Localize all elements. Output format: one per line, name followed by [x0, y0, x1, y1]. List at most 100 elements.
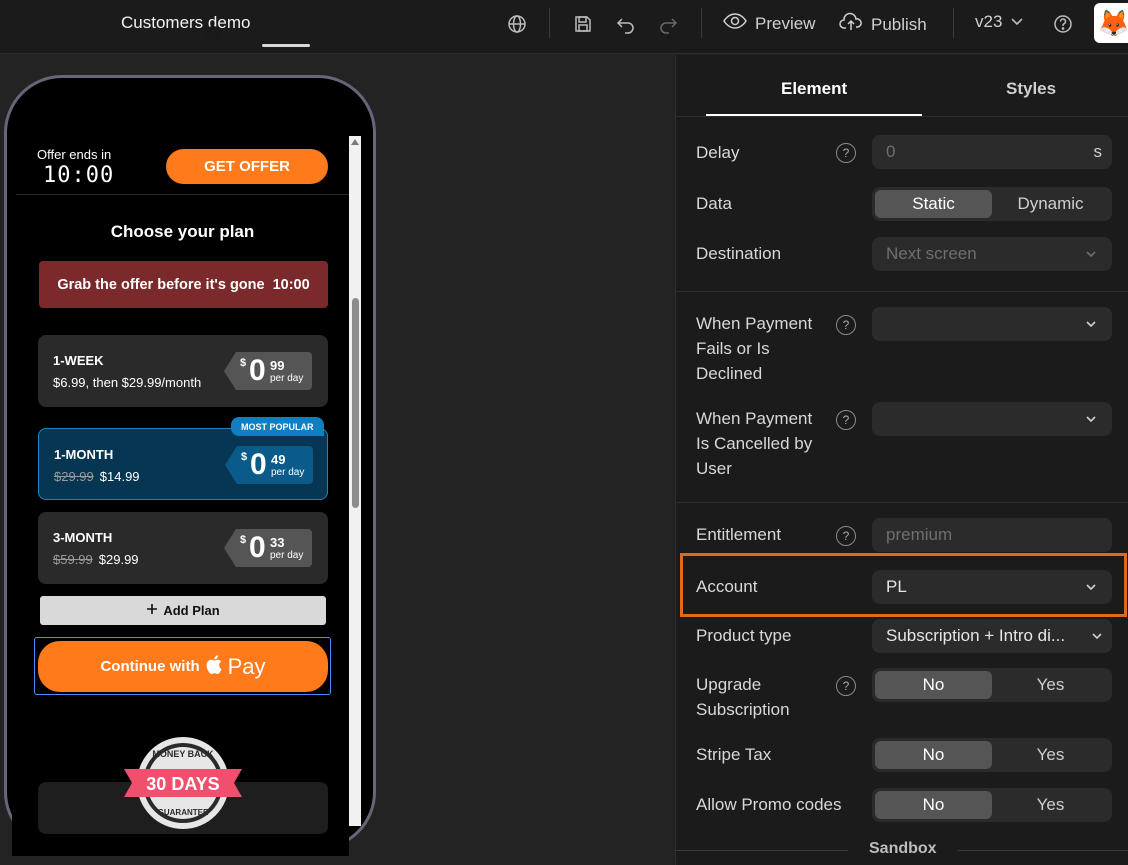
product-type-select[interactable]: Subscription + Intro di... — [872, 619, 1112, 653]
plan-card-1-week[interactable]: 1-WEEK $6.99, then $29.99/month $ 0 99 p… — [38, 335, 328, 407]
preview-label: Preview — [755, 13, 816, 33]
plan-subtitle: $29.99 $14.99 — [54, 469, 140, 484]
data-option-static[interactable]: Static — [875, 190, 992, 218]
help-icon[interactable] — [1052, 13, 1074, 35]
product-type-label: Product type — [696, 626, 792, 645]
publish-label: Publish — [871, 14, 927, 34]
price-tag: $ 0 49 per day — [225, 446, 313, 484]
entitlement-input[interactable]: premium — [872, 518, 1112, 552]
price-currency: $ — [240, 534, 247, 546]
label-line: When Payment — [696, 314, 813, 333]
price-cents: 49 — [271, 452, 286, 467]
plan-card-1-month[interactable]: MOST POPULAR 1-MONTH $29.99 $14.99 $ 0 49… — [38, 417, 328, 500]
delay-label: Delay — [696, 143, 740, 162]
upgrade-option-yes[interactable]: Yes — [992, 671, 1109, 699]
redo-icon[interactable] — [657, 13, 679, 35]
chevron-down-icon — [1084, 316, 1098, 336]
sandbox-divider-right — [958, 850, 1128, 851]
plan-name: 1-WEEK — [53, 353, 104, 368]
pay-word: Pay — [227, 653, 266, 679]
upgrade-toggle[interactable]: No Yes — [872, 668, 1112, 702]
seal-days-text: 30 DAYS — [146, 774, 219, 794]
payment-fails-help-icon[interactable]: ? — [836, 315, 856, 335]
cloud-upload-icon — [839, 12, 863, 37]
price-integer: 0 — [249, 354, 266, 387]
destination-label: Destination — [696, 244, 782, 263]
entitlement-placeholder: premium — [886, 525, 953, 544]
data-toggle[interactable]: Static Dynamic — [872, 187, 1112, 221]
delay-placeholder: 0 — [886, 142, 896, 161]
toolbar-divider — [549, 8, 550, 38]
payment-fails-select[interactable] — [872, 307, 1112, 341]
label-line: Fails or Is — [696, 339, 770, 358]
version-dropdown[interactable]: v23 — [975, 12, 1024, 32]
publish-button[interactable]: Publish — [839, 12, 927, 37]
data-label: Data — [696, 194, 732, 213]
stripe-tax-toggle[interactable]: No Yes — [872, 738, 1112, 772]
globe-icon[interactable] — [506, 13, 528, 35]
tab-element[interactable]: Element — [781, 79, 847, 99]
destination-select[interactable]: Next screen — [872, 237, 1112, 271]
scroll-up-arrow-icon[interactable] — [351, 139, 359, 145]
stripe-tax-option-no[interactable]: No — [875, 741, 992, 769]
label-line: Upgrade — [696, 675, 762, 694]
promo-toggle[interactable]: No Yes — [872, 788, 1112, 822]
properties-panel: Element Styles Delay ? 0 s Data Static D… — [675, 55, 1128, 865]
label-line: Is Cancelled by — [696, 434, 813, 453]
preview-button[interactable]: Preview — [723, 12, 815, 35]
entitlement-help-icon[interactable]: ? — [836, 526, 856, 546]
label-line: Declined — [696, 364, 763, 383]
price-currency: $ — [241, 451, 248, 463]
top-bar: Customers demo Preview Publish v23 🦊 — [0, 0, 1128, 54]
section-divider — [676, 502, 1128, 503]
delay-help-icon[interactable]: ? — [836, 143, 856, 163]
add-plan-button[interactable]: Add Plan — [40, 596, 326, 625]
get-offer-button[interactable]: GET OFFER — [166, 149, 328, 184]
plan-title: Choose your plan — [110, 222, 255, 241]
upgrade-label: Upgrade Subscription — [696, 672, 790, 722]
undo-icon[interactable] — [615, 13, 637, 35]
account-value: PL — [886, 577, 907, 596]
new-price: $14.99 — [99, 469, 140, 484]
price-currency: $ — [240, 357, 247, 369]
apple-icon — [206, 655, 222, 678]
save-icon[interactable] — [572, 13, 594, 35]
stripe-tax-option-yes[interactable]: Yes — [992, 741, 1109, 769]
entitlement-label: Entitlement — [696, 525, 782, 544]
price-cents: 33 — [270, 535, 285, 550]
upgrade-option-no[interactable]: No — [875, 671, 992, 699]
seal-top-text: MONEY BACK — [152, 749, 214, 759]
pay-label: Continue with — [100, 658, 200, 675]
urgency-banner[interactable]: Grab the offer before it's gone 10:00 — [39, 261, 328, 308]
price-tag: $ 0 33 per day — [224, 529, 312, 567]
apple-pay-button[interactable]: Continue with Pay — [38, 641, 328, 692]
old-price: $59.99 — [53, 552, 93, 567]
payment-cancelled-select[interactable] — [872, 402, 1112, 436]
payment-cancelled-label: When Payment Is Cancelled by User — [696, 406, 812, 481]
promo-option-no[interactable]: No — [875, 791, 992, 819]
plan-card-3-month[interactable]: 3-MONTH $59.99 $29.99 $ 0 33 per day — [38, 512, 328, 584]
promo-option-yes[interactable]: Yes — [992, 791, 1109, 819]
stripe-tax-label: Stripe Tax — [696, 745, 772, 764]
toolbar-divider — [953, 8, 954, 38]
add-plan-label: Add Plan — [163, 603, 220, 618]
upgrade-help-icon[interactable]: ? — [836, 676, 856, 696]
money-back-seal: MONEY BACK 30 DAYS GUARANTEE — [122, 733, 244, 833]
most-popular-badge: MOST POPULAR — [231, 417, 324, 436]
delay-input[interactable]: 0 s — [872, 135, 1112, 169]
price-integer: 0 — [250, 448, 267, 481]
old-price: $29.99 — [54, 469, 94, 484]
chevron-down-icon — [1010, 12, 1024, 32]
plan-subtitle: $59.99 $29.99 — [53, 552, 139, 567]
chevron-down-icon — [1084, 246, 1098, 266]
fox-icon: 🦊 — [1097, 7, 1128, 38]
label-line: Subscription — [696, 700, 790, 719]
account-select[interactable]: PL — [872, 570, 1112, 604]
plan-name: 1-MONTH — [54, 447, 114, 462]
tab-styles[interactable]: Styles — [1006, 79, 1056, 99]
data-option-dynamic[interactable]: Dynamic — [992, 190, 1109, 218]
chevron-down-icon — [1090, 628, 1104, 648]
payment-cancelled-help-icon[interactable]: ? — [836, 410, 856, 430]
user-avatar[interactable]: 🦊 — [1094, 3, 1128, 43]
scrollbar-thumb[interactable] — [352, 298, 359, 508]
